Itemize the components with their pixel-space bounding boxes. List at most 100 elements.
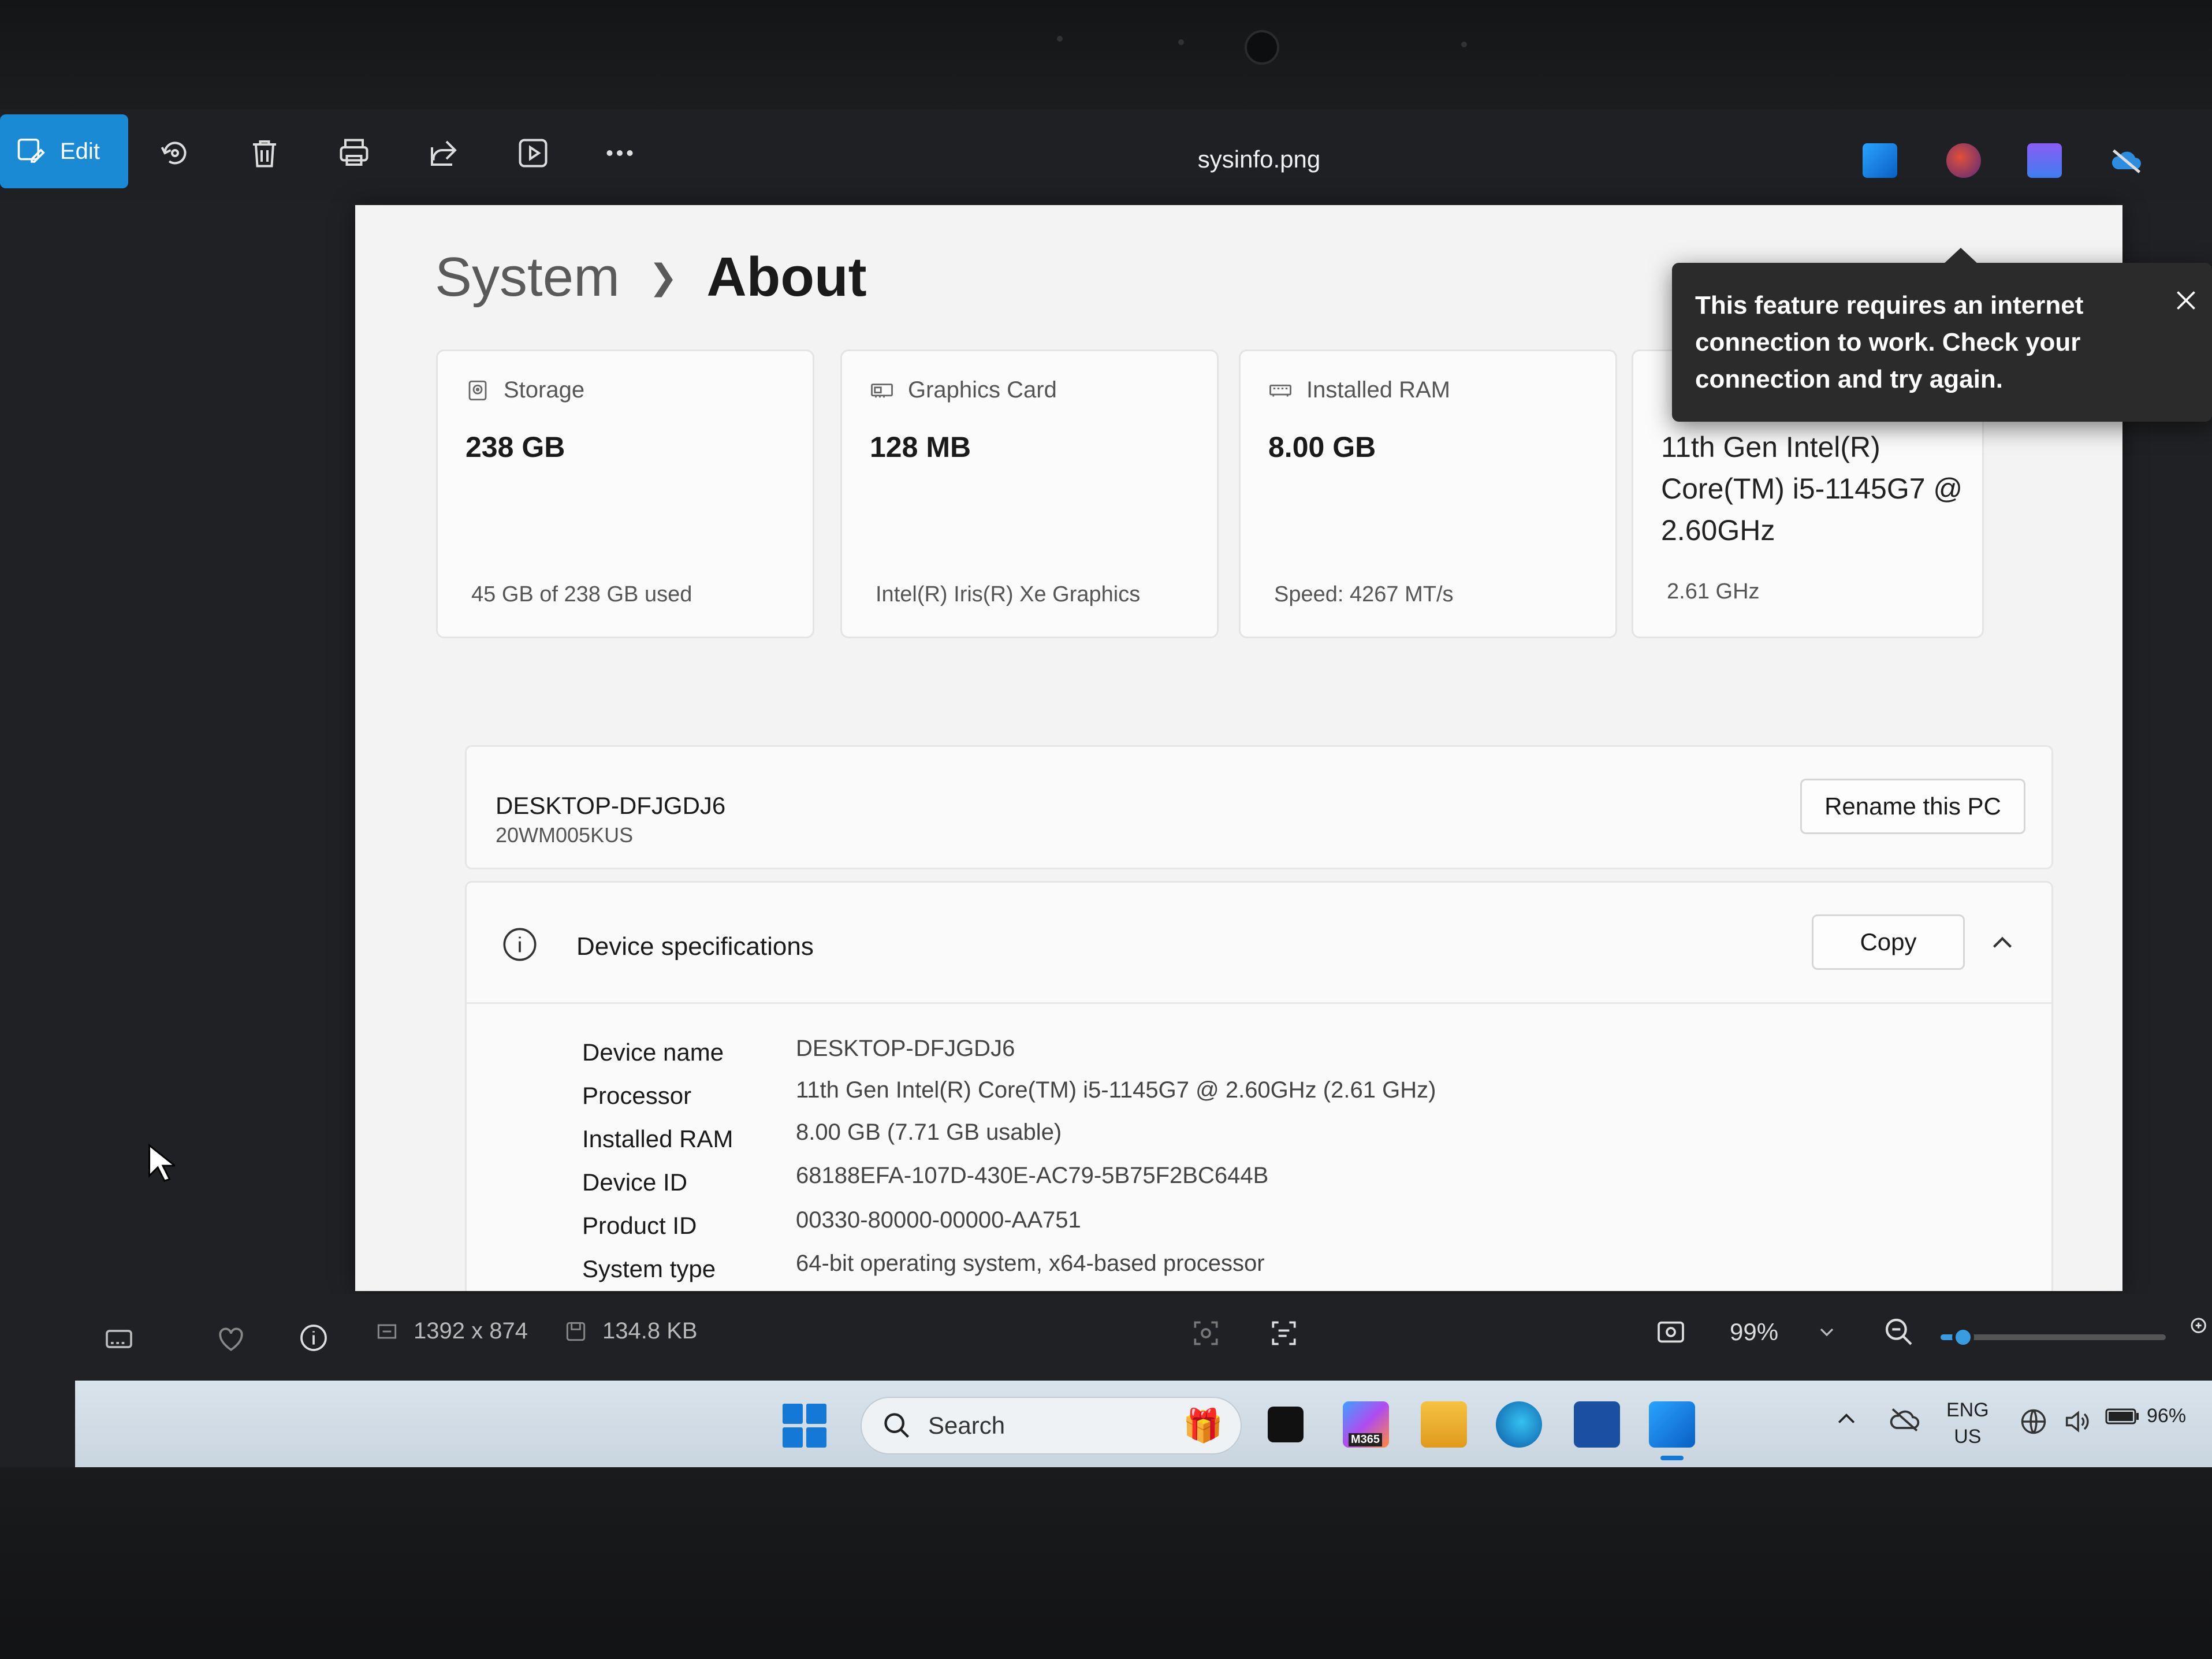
battery-indicator[interactable]: 96% xyxy=(2105,1405,2186,1427)
photos-app-icon[interactable] xyxy=(1863,143,1897,178)
zoom-slider-thumb[interactable] xyxy=(1952,1326,1974,1348)
device-specifications-panel: Device specifications Copy Device name D… xyxy=(465,881,2053,1291)
card-label: Graphics Card xyxy=(870,377,1057,403)
volume-icon[interactable] xyxy=(2062,1407,2092,1437)
fit-window-icon xyxy=(1658,1321,1684,1343)
windows-logo-icon xyxy=(783,1427,803,1448)
filmstrip-button[interactable] xyxy=(103,1323,135,1355)
photos-taskbar-icon[interactable] xyxy=(1649,1401,1695,1448)
photos-statusbar: 1392 x 874 134.8 KB 99% xyxy=(0,1294,2212,1381)
more-icon xyxy=(606,150,633,156)
store-icon[interactable] xyxy=(1574,1401,1620,1448)
clipchamp-icon[interactable] xyxy=(1946,143,1981,178)
network-globe-icon[interactable] xyxy=(2019,1407,2049,1437)
chevron-up-icon[interactable] xyxy=(1988,929,2017,958)
webcam xyxy=(1245,30,1279,65)
spec-value: 8.00 GB (7.71 GB usable) xyxy=(796,1119,1062,1145)
spec-label: Device ID xyxy=(582,1169,688,1196)
storage-value: 238 GB xyxy=(466,431,565,463)
card-label: Installed RAM xyxy=(1268,377,1450,403)
spec-value: 11th Gen Intel(R) Core(TM) i5-1145G7 @ 2… xyxy=(796,1077,1436,1103)
device-specifications-title: Device specifications xyxy=(576,932,814,961)
graphics-card-icon xyxy=(871,383,893,397)
graphics-value: 128 MB xyxy=(870,431,971,463)
spec-value: DESKTOP-DFJGDJ6 xyxy=(796,1036,1015,1061)
zoom-in-icon xyxy=(2191,1318,2206,1333)
search-placeholder: Search xyxy=(928,1412,1006,1439)
chevron-down-icon xyxy=(1820,1328,1834,1337)
print-button[interactable] xyxy=(334,133,374,173)
tooltip-text: This feature requires an internet connec… xyxy=(1695,291,2084,393)
dimensions-icon xyxy=(377,1324,397,1338)
storage-card: Storage 238 GB 45 GB of 238 GB used xyxy=(436,349,814,638)
windows-logo-icon xyxy=(806,1404,826,1424)
zoom-in-button[interactable] xyxy=(2189,1316,2212,1339)
language-indicator[interactable]: ENG US xyxy=(1946,1397,1989,1450)
page-title: About xyxy=(706,246,867,308)
close-icon[interactable] xyxy=(2172,286,2200,315)
ram-card: Installed RAM 8.00 GB Speed: 4267 MT/s xyxy=(1239,349,1617,638)
edit-image-icon xyxy=(17,138,45,163)
onedrive-offline-icon[interactable] xyxy=(2108,143,2143,178)
designer-icon[interactable] xyxy=(2027,143,2062,178)
breadcrumb: System ❯ About xyxy=(435,245,867,309)
share-icon xyxy=(431,140,457,166)
onedrive-offline-tray-icon[interactable] xyxy=(1889,1404,1921,1436)
share-button[interactable] xyxy=(423,133,464,173)
favorite-button[interactable] xyxy=(215,1323,247,1355)
photos-toolbar: Edit sysinfo.png xyxy=(0,110,2212,202)
screen: Edit sysinfo.png System ❯ About Storage … xyxy=(0,110,2212,1467)
mouse-cursor-icon xyxy=(148,1144,175,1182)
file-info-button[interactable] xyxy=(297,1322,330,1354)
chevron-right-icon: ❯ xyxy=(649,258,678,296)
card-label: Storage xyxy=(466,377,584,403)
ram-icon xyxy=(1269,384,1291,396)
spec-value: 00330-80000-00000-AA751 xyxy=(796,1207,1081,1233)
edit-label: Edit xyxy=(60,138,100,164)
slideshow-button[interactable] xyxy=(513,133,553,173)
m365-icon[interactable]: M365 xyxy=(1343,1401,1389,1448)
edge-icon[interactable] xyxy=(1496,1401,1542,1448)
device-specifications-header[interactable]: Device specifications Copy xyxy=(467,883,2051,1004)
printer-icon xyxy=(340,139,368,166)
graphics-sub: Intel(R) Iris(R) Xe Graphics xyxy=(876,582,1141,607)
zoom-out-button[interactable] xyxy=(1883,1316,1915,1348)
delete-button[interactable] xyxy=(244,133,285,173)
taskbar-search[interactable]: Search 🎁 xyxy=(861,1397,1242,1455)
tooltip-arrow xyxy=(1943,248,1978,264)
zoom-dropdown[interactable]: 99% xyxy=(1730,1318,1838,1346)
more-options-button[interactable] xyxy=(599,133,640,173)
sensor-dot xyxy=(1057,36,1063,42)
spec-label: System type xyxy=(582,1255,716,1282)
save-icon xyxy=(566,1322,586,1341)
laptop-bezel-bottom xyxy=(0,1467,2212,1659)
m365-label: M365 xyxy=(1349,1433,1383,1446)
info-icon xyxy=(503,928,537,961)
processor-value: 11th Gen Intel(R) Core(TM) i5-1145G7 @ 2… xyxy=(1661,431,1963,546)
task-view-icon[interactable] xyxy=(1268,1407,1304,1442)
edit-button[interactable]: Edit xyxy=(0,114,128,188)
copy-button[interactable]: Copy xyxy=(1812,914,1965,970)
heart-icon xyxy=(219,1327,243,1351)
text-actions-button[interactable] xyxy=(1268,1317,1300,1349)
zoom-out-icon xyxy=(1885,1318,1912,1345)
gift-icon: 🎁 xyxy=(1183,1407,1223,1444)
file-size: 134.8 KB xyxy=(563,1318,698,1344)
chevron-up-icon[interactable] xyxy=(1834,1407,1859,1432)
fit-to-window-button[interactable] xyxy=(1655,1316,1687,1348)
graphics-card: Graphics Card 128 MB Intel(R) Iris(R) Xe… xyxy=(840,349,1219,638)
rotate-icon xyxy=(161,142,187,165)
visual-search-button[interactable] xyxy=(1190,1317,1222,1349)
rotate-button[interactable] xyxy=(155,133,195,173)
breadcrumb-system[interactable]: System xyxy=(435,245,620,309)
sensor-dot xyxy=(1461,42,1467,47)
start-button[interactable] xyxy=(783,1404,826,1448)
spec-label: Installed RAM xyxy=(582,1125,733,1152)
spec-label: Product ID xyxy=(582,1212,697,1239)
trash-icon xyxy=(253,140,276,168)
windows-logo-icon xyxy=(806,1427,826,1448)
file-explorer-icon[interactable] xyxy=(1421,1401,1467,1448)
zoom-slider[interactable] xyxy=(1941,1326,2166,1348)
sensor-dot xyxy=(1178,39,1184,45)
rename-pc-button[interactable]: Rename this PC xyxy=(1800,779,2025,834)
